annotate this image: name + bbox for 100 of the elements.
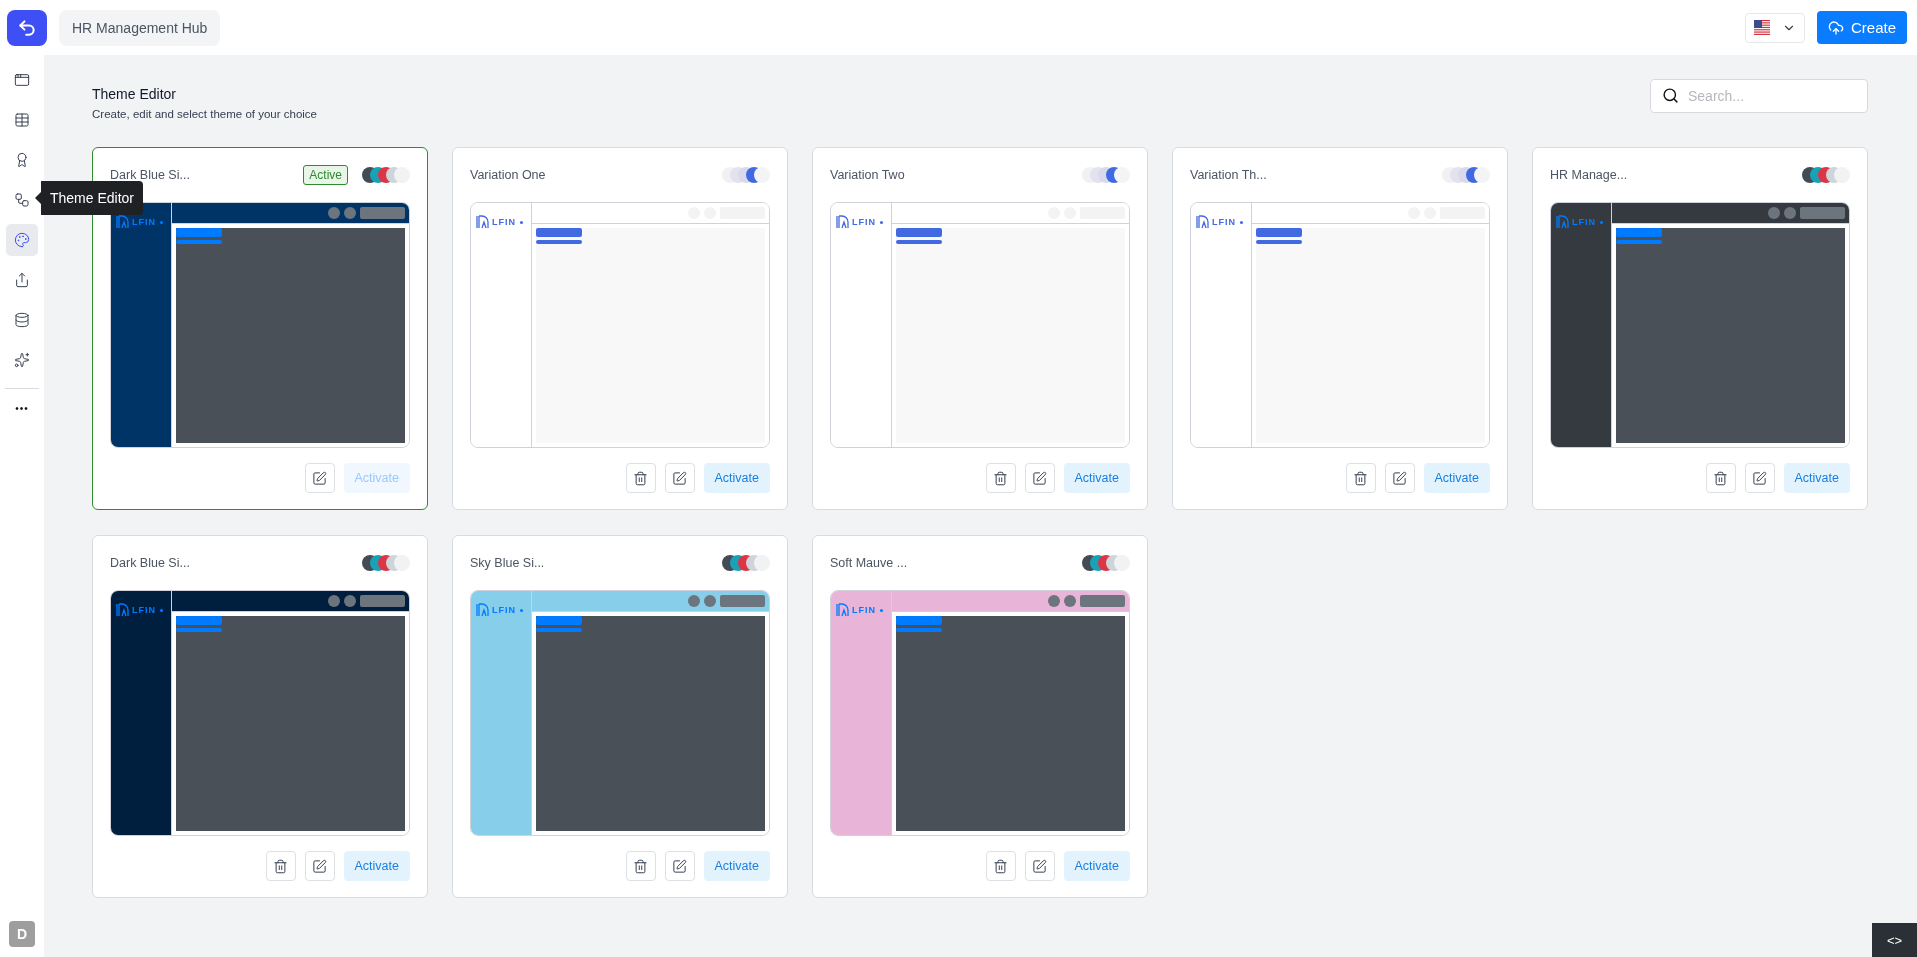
preview-header-bar [1080,595,1125,607]
logo-dot-icon [160,608,163,612]
logo-icon [116,215,130,229]
code-toggle-button[interactable]: <> [1872,923,1917,957]
preview-accent-bar [896,616,942,625]
preview-dot [1064,595,1076,607]
trash-icon [1353,470,1369,486]
trash-icon [273,858,289,874]
edit-button[interactable] [304,463,335,493]
project-name[interactable]: HR Management Hub [59,9,221,46]
search-field[interactable]: Search... [1650,79,1868,113]
activate-button[interactable]: Activate [1423,463,1490,493]
activate-button[interactable]: Activate [343,851,410,881]
preview-accent-bar [1616,240,1662,244]
trash-icon [633,470,649,486]
delete-button[interactable] [265,851,296,881]
trash-icon [993,470,1009,486]
user-avatar[interactable]: D [9,921,35,947]
table-icon [14,112,30,128]
logo-dot-icon [1600,220,1603,224]
activate-button[interactable]: Activate [1783,463,1850,493]
logo-icon [476,603,490,617]
logo-dot-icon [1240,220,1243,224]
logo-icon [836,603,850,617]
edit-button[interactable] [1744,463,1775,493]
pencil-square-icon [1032,470,1048,486]
page-title: Theme Editor [92,86,178,102]
language-select[interactable] [1744,12,1805,43]
logo-text: LFIN [852,217,876,227]
preview-header-bar [1800,207,1845,219]
active-badge: Active [303,165,348,185]
delete-button[interactable] [1345,463,1376,493]
edit-button[interactable] [664,851,695,881]
delete-button[interactable] [985,463,1016,493]
preview-dot [1048,595,1060,607]
logo-icon [476,215,490,229]
theme-name: Variation Two [830,168,906,182]
workflow-icon [14,192,30,208]
search-icon [1662,87,1679,104]
logo-dot-icon [520,220,523,224]
preview-dot [328,595,340,607]
undo-arrow-icon [17,17,37,38]
create-button[interactable]: Create [1816,11,1907,44]
pencil-square-icon [312,858,328,874]
logo-dot-icon [880,608,883,612]
theme-name: Variation One [470,168,547,182]
delete-button[interactable] [985,851,1016,881]
logo-icon [1196,215,1210,229]
delete-button[interactable] [625,851,656,881]
preview-header-bar [720,595,765,607]
logo-text: LFIN [132,217,156,227]
back-button[interactable] [7,9,47,46]
edit-button[interactable] [1024,851,1055,881]
edit-button[interactable] [304,851,335,881]
more-button[interactable]: ••• [11,399,33,418]
logo-dot-icon [880,220,883,224]
preview-dot [688,595,700,607]
preview-accent-bar [896,240,942,244]
preview-accent-bar [896,228,942,237]
sidebar-item[interactable] [6,224,38,256]
edit-button[interactable] [1384,463,1415,493]
delete-button[interactable] [625,463,656,493]
preview-header-bar [360,595,405,607]
theme-name: Dark Blue Si... [110,556,191,570]
palette-icon [14,232,30,248]
edit-button[interactable] [1024,463,1055,493]
logo-dot-icon [160,220,163,224]
award-icon [14,152,30,168]
activate-button[interactable]: Activate [703,463,770,493]
logo-text: LFIN [852,605,876,615]
edit-button[interactable] [664,463,695,493]
logo-dot-icon [520,608,523,612]
trash-icon [993,858,1009,874]
logo-icon [836,215,850,229]
activate-button[interactable]: Activate [703,851,770,881]
preview-accent-bar [536,240,582,244]
pencil-square-icon [672,858,688,874]
share-icon [14,272,30,288]
activate-button[interactable]: Activate [1063,851,1130,881]
preview-accent-bar [1256,240,1302,244]
logo-text: LFIN [1212,217,1236,227]
preview-accent-bar [176,240,222,244]
preview-header-bar [360,207,405,219]
window-icon [14,72,30,88]
flag-icon [1753,19,1770,36]
logo-icon [116,603,130,617]
pencil-square-icon [312,470,328,486]
preview-dot [1768,207,1780,219]
preview-accent-bar [536,628,582,632]
delete-button[interactable] [1705,463,1736,493]
pencil-square-icon [1032,858,1048,874]
theme-name: Variation Th... [1190,168,1268,182]
preview-accent-bar [176,616,222,625]
trash-icon [1713,470,1729,486]
preview-dot [344,207,356,219]
preview-dot [704,595,716,607]
logo-text: LFIN [492,605,516,615]
preview-accent-bar [1616,228,1662,237]
preview-dot [344,595,356,607]
activate-button[interactable]: Activate [1063,463,1130,493]
